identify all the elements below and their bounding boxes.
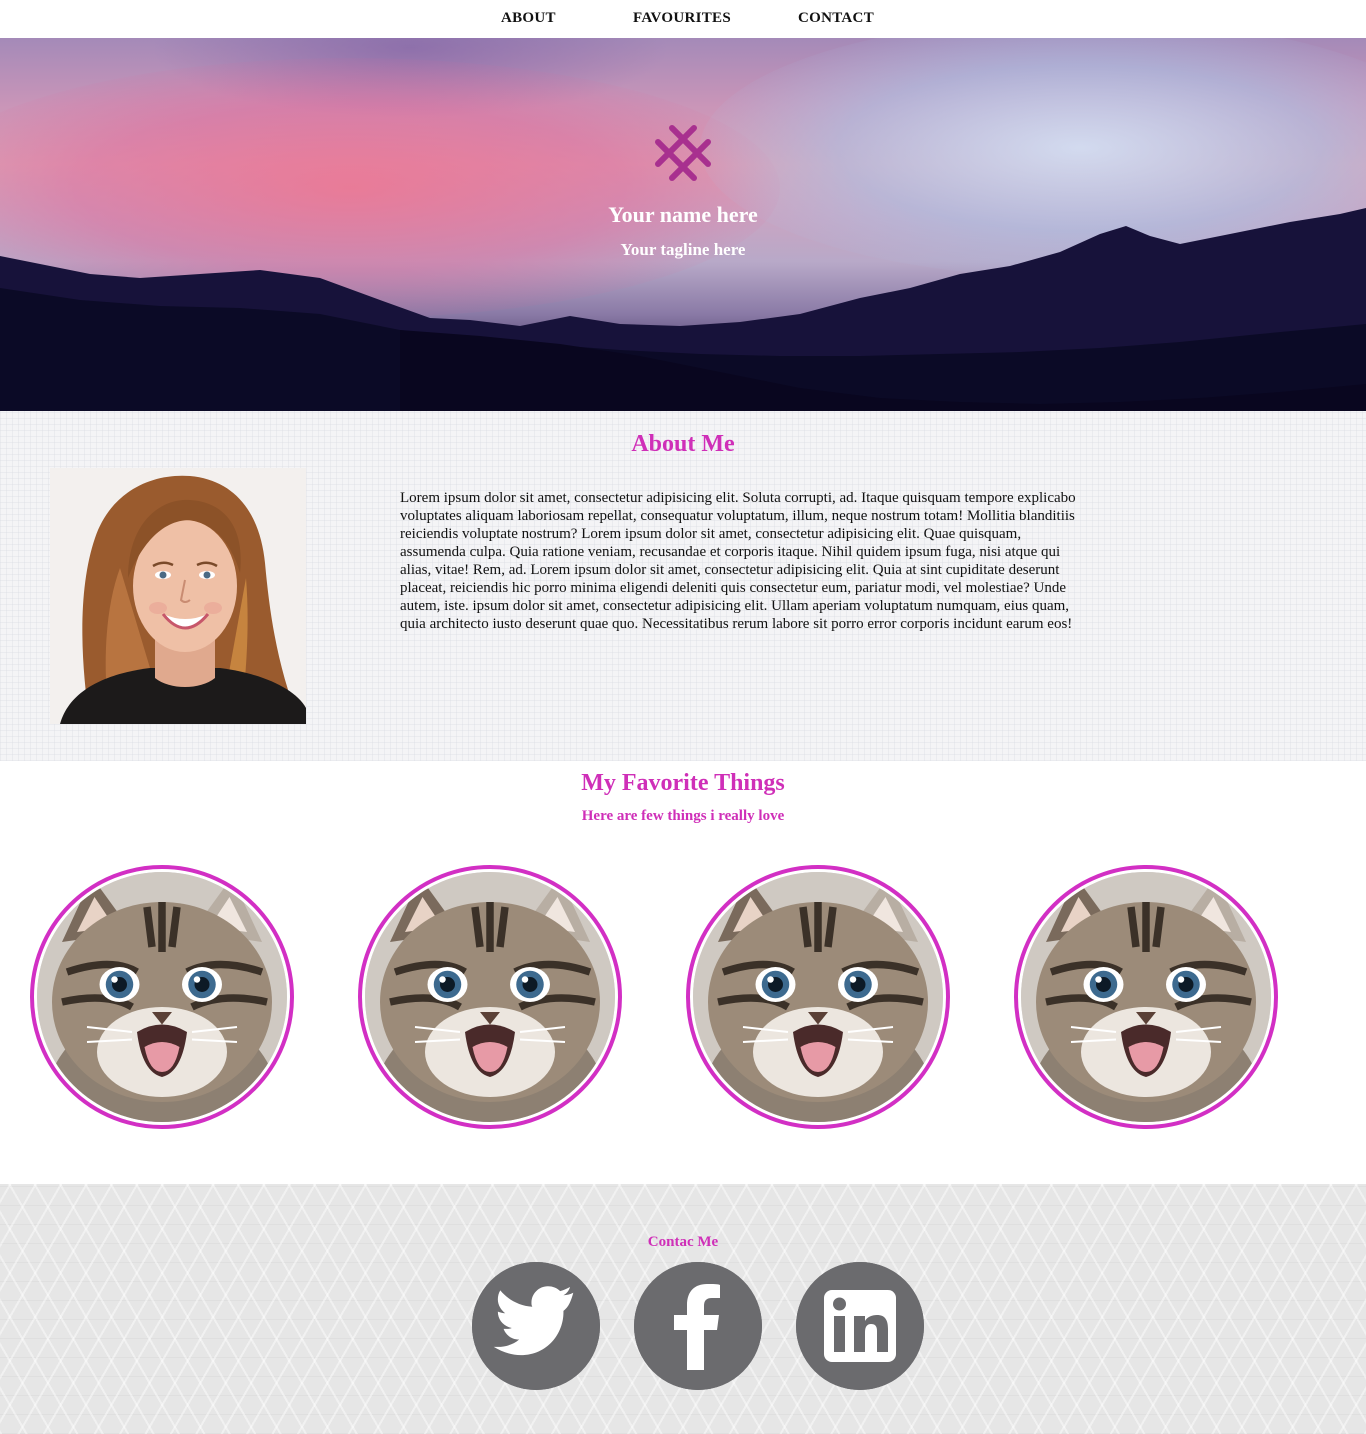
kitten-photo [37,872,287,1122]
footer: Contac Me [0,1184,1366,1434]
favorites-subtitle: Here are few things i really love [581,808,785,824]
linkedin-icon[interactable] [796,1262,924,1390]
favorite-item-4[interactable] [1014,865,1278,1129]
top-nav: ABOUT FAVOURITES CONTACT [0,0,1366,38]
profile-photo [50,468,306,724]
crosshatch-logo-icon [655,125,711,181]
kitten-photo [365,872,615,1122]
kitten-photo [693,872,943,1122]
hero-name: Your name here [608,202,758,227]
contact-title: Contac Me [647,1234,719,1250]
about-section: About Me Lorem ipsum dolor sit amet, con… [0,411,1366,761]
about-text: Lorem ipsum dolor sit amet, consectetur … [400,490,1076,632]
favorite-item-1[interactable] [30,865,294,1129]
facebook-icon[interactable] [634,1262,762,1390]
favorite-item-3[interactable] [686,865,950,1129]
about-title: About Me [631,431,735,457]
favorites-title: My Favorite Things [581,770,785,796]
hero-tagline: Your tagline here [620,240,746,259]
nav-link-favourites[interactable]: FAVOURITES [633,10,731,27]
twitter-icon[interactable] [472,1262,600,1390]
nav-link-about[interactable]: ABOUT [501,10,556,27]
nav-link-contact[interactable]: CONTACT [798,10,874,27]
favorite-item-2[interactable] [358,865,622,1129]
kitten-photo [1021,872,1271,1122]
hero-banner: Your name here Your tagline here [0,38,1366,411]
